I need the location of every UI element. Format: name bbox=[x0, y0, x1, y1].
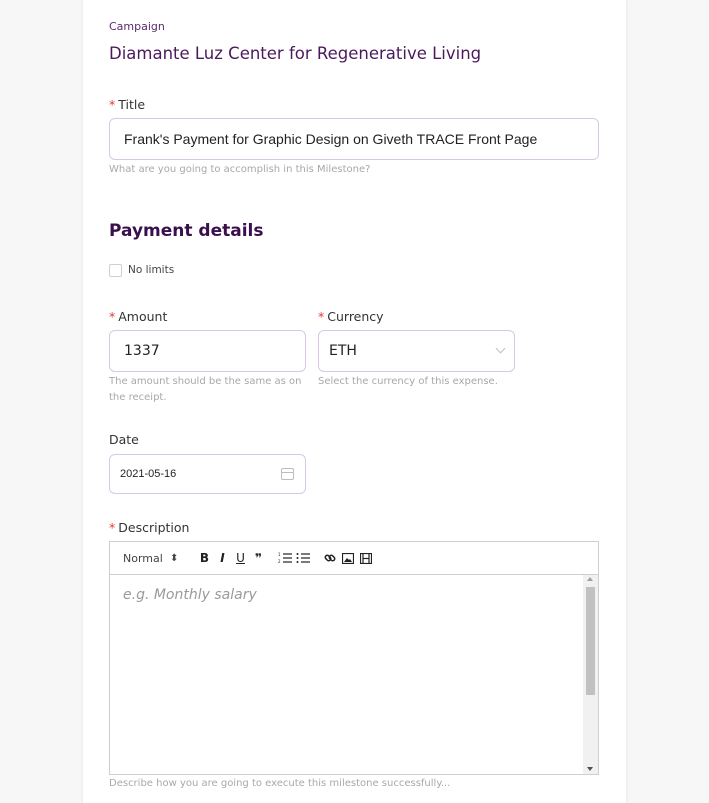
currency-value: ETH bbox=[329, 343, 357, 359]
no-limits-checkbox[interactable] bbox=[109, 264, 122, 277]
currency-hint: Select the currency of this expense. bbox=[318, 376, 498, 387]
italic-button[interactable]: I bbox=[214, 551, 231, 565]
bullet-list-button[interactable] bbox=[296, 552, 313, 564]
bold-button[interactable]: B bbox=[196, 551, 213, 565]
required-mark: * bbox=[318, 309, 325, 324]
ordered-list-icon: 1 2 bbox=[278, 552, 292, 564]
description-hint: Describe how you are going to execute th… bbox=[109, 778, 451, 789]
blockquote-button[interactable]: ❞ bbox=[250, 551, 267, 565]
calendar-icon[interactable] bbox=[281, 468, 294, 480]
description-label-text: Description bbox=[118, 520, 190, 535]
title-input[interactable]: Frank's Payment for Graphic Design on Gi… bbox=[109, 118, 599, 160]
description-editor: Normal ⬍ B I U ❞ 1 2 e.g. Monthly salary bbox=[109, 541, 599, 775]
ordered-list-button[interactable]: 1 2 bbox=[278, 552, 295, 564]
campaign-label: Campaign bbox=[109, 20, 165, 33]
amount-label-text: Amount bbox=[118, 309, 168, 324]
amount-input[interactable]: 1337 bbox=[109, 330, 306, 372]
link-icon bbox=[324, 554, 336, 562]
payment-details-heading: Payment details bbox=[109, 221, 264, 241]
scroll-down-arrow-icon[interactable] bbox=[587, 767, 593, 771]
svg-text:1: 1 bbox=[278, 552, 281, 557]
underline-button[interactable]: U bbox=[232, 551, 249, 565]
chevron-down-icon bbox=[495, 343, 506, 354]
required-mark: * bbox=[109, 520, 116, 535]
editor-placeholder: e.g. Monthly salary bbox=[123, 587, 257, 603]
date-label: Date bbox=[109, 432, 139, 447]
amount-value: 1337 bbox=[124, 343, 160, 359]
video-button[interactable] bbox=[360, 552, 377, 564]
bullet-list-icon bbox=[296, 553, 310, 563]
date-value: 2021-05-16 bbox=[120, 468, 177, 480]
scrollbar-thumb[interactable] bbox=[586, 587, 595, 695]
required-mark: * bbox=[109, 309, 116, 324]
currency-label-text: Currency bbox=[327, 309, 384, 324]
image-button[interactable] bbox=[342, 552, 359, 564]
date-picker-input[interactable]: 2021-05-16 bbox=[109, 454, 306, 494]
currency-select[interactable]: ETH bbox=[318, 330, 515, 372]
currency-label: * Currency bbox=[318, 309, 384, 324]
video-icon bbox=[360, 552, 372, 564]
campaign-name: Diamante Luz Center for Regenerative Liv… bbox=[109, 44, 482, 63]
required-mark: * bbox=[109, 97, 116, 112]
link-button[interactable] bbox=[324, 552, 341, 564]
amount-hint: The amount should be the same as on the … bbox=[109, 376, 302, 403]
editor-toolbar: Normal ⬍ B I U ❞ 1 2 bbox=[110, 542, 598, 575]
no-limits-label[interactable]: No limits bbox=[128, 264, 174, 276]
title-hint: What are you going to accomplish in this… bbox=[109, 164, 371, 175]
description-label: * Description bbox=[109, 520, 189, 535]
title-label-text: Title bbox=[118, 97, 146, 112]
editor-content-area[interactable]: e.g. Monthly salary bbox=[110, 575, 598, 774]
image-icon bbox=[342, 552, 354, 564]
header-format-arrows-icon[interactable]: ⬍ bbox=[170, 553, 196, 564]
header-format-select[interactable]: Normal bbox=[123, 552, 170, 565]
milestone-form-card: Campaign Diamante Luz Center for Regener… bbox=[83, 0, 626, 803]
title-label: * Title bbox=[109, 97, 145, 112]
amount-label: * Amount bbox=[109, 309, 167, 324]
editor-scrollbar[interactable] bbox=[583, 575, 598, 774]
svg-text:2: 2 bbox=[278, 559, 281, 564]
title-input-value: Frank's Payment for Graphic Design on Gi… bbox=[124, 131, 538, 147]
scroll-up-arrow-icon[interactable] bbox=[587, 577, 593, 581]
